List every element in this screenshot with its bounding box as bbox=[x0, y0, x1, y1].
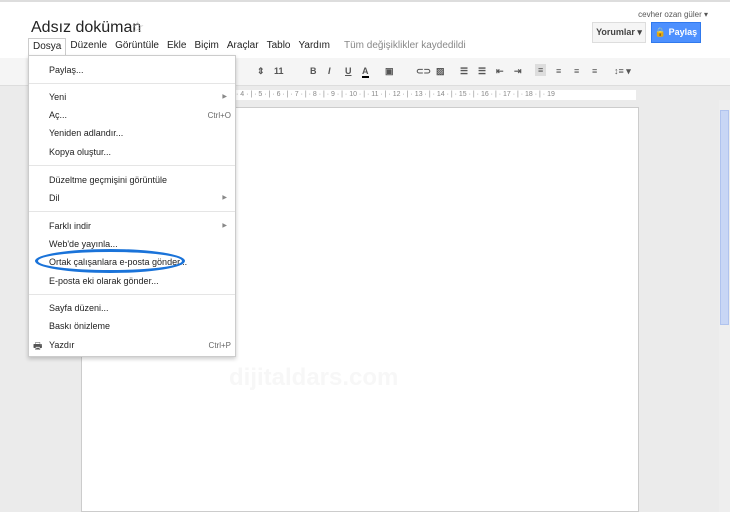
bulleted-list-icon[interactable]: ☰ bbox=[478, 66, 486, 77]
menu-item-open[interactable]: Aç... bbox=[49, 110, 67, 120]
menu-view[interactable]: Görüntüle bbox=[111, 38, 163, 56]
shortcut: Ctrl+P bbox=[208, 341, 231, 350]
submenu-arrow-icon: ▶ bbox=[222, 223, 227, 229]
watermark: dijitaldars.com bbox=[229, 364, 399, 391]
menu-item-download-as[interactable]: Farklı indir bbox=[49, 221, 91, 231]
menu-insert[interactable]: Ekle bbox=[163, 38, 190, 56]
share-label: Paylaş bbox=[668, 27, 698, 37]
bold-button[interactable]: B bbox=[310, 66, 317, 76]
align-left-icon[interactable]: ≡ bbox=[535, 64, 547, 76]
align-center-icon[interactable]: ≡ bbox=[556, 66, 561, 76]
scrollbar-thumb[interactable] bbox=[720, 110, 729, 325]
menu-item-rename[interactable]: Yeniden adlandır... bbox=[49, 128, 123, 138]
menu-item-revision-history[interactable]: Düzeltme geçmişini görüntüle bbox=[49, 175, 167, 185]
menu-edit[interactable]: Düzenle bbox=[66, 38, 111, 56]
menu-item-copy[interactable]: Kopya oluştur... bbox=[49, 147, 111, 157]
menu-item-print[interactable]: Yazdır bbox=[49, 340, 74, 350]
lock-icon: 🔒 bbox=[654, 27, 667, 37]
menu-format[interactable]: Biçim bbox=[190, 38, 222, 56]
menu-item-publish[interactable]: Web'de yayınla... bbox=[49, 239, 118, 249]
share-button[interactable]: 🔒 Paylaş bbox=[651, 22, 701, 43]
image-icon[interactable]: ▨ bbox=[436, 66, 445, 77]
decrease-indent-icon[interactable]: ⇤ bbox=[496, 66, 504, 77]
divider bbox=[29, 83, 235, 84]
numbered-list-icon[interactable]: ☰ bbox=[460, 66, 468, 77]
link-icon[interactable]: ⊂⊃ bbox=[416, 66, 431, 77]
menu-item-language[interactable]: Dil bbox=[49, 193, 60, 203]
font-stepper[interactable]: ⇕ bbox=[257, 66, 265, 77]
divider bbox=[29, 165, 235, 166]
menu-file[interactable]: Dosya bbox=[28, 38, 67, 56]
divider bbox=[29, 294, 235, 295]
menu-item-new[interactable]: Yeni bbox=[49, 92, 66, 102]
shortcut: Ctrl+O bbox=[207, 111, 231, 120]
scrollbar[interactable] bbox=[719, 100, 730, 512]
submenu-arrow-icon: ▶ bbox=[222, 195, 227, 201]
ruler[interactable]: · 4 · | · 5 · | · 6 · | · 7 · | · 8 · | … bbox=[236, 90, 636, 100]
divider bbox=[29, 211, 235, 212]
menu-table[interactable]: Tablo bbox=[263, 38, 295, 56]
text-color-button[interactable]: A bbox=[362, 66, 369, 78]
file-menu: Paylaş... Yeni ▶ Aç... Ctrl+O Yeniden adla… bbox=[28, 55, 236, 357]
highlight-oval bbox=[35, 249, 185, 273]
menu-item-email-attachment[interactable]: E-posta eki olarak gönder... bbox=[49, 276, 159, 286]
account-menu[interactable]: cevher ozan güler ▾ bbox=[638, 10, 708, 19]
menu-tools[interactable]: Araçlar bbox=[223, 38, 263, 56]
menu-help[interactable]: Yardım bbox=[294, 38, 334, 56]
submenu-arrow-icon: ▶ bbox=[222, 94, 227, 100]
menu-item-print-preview[interactable]: Baskı önizleme bbox=[49, 321, 110, 331]
align-right-icon[interactable]: ≡ bbox=[574, 66, 579, 76]
save-status: Tüm değişiklikler kaydedildi bbox=[344, 40, 466, 51]
increase-indent-icon[interactable]: ⇥ bbox=[514, 66, 522, 77]
printer-icon: 🖶 bbox=[33, 341, 43, 352]
star-icon[interactable]: ☆ bbox=[131, 18, 144, 36]
highlight-icon[interactable]: ▣ bbox=[385, 66, 394, 77]
document-title[interactable]: Adsız doküman bbox=[31, 19, 141, 37]
justify-icon[interactable]: ≡ bbox=[592, 66, 597, 76]
underline-button[interactable]: U bbox=[345, 66, 352, 76]
menu-item-share[interactable]: Paylaş... bbox=[49, 65, 84, 75]
comments-button[interactable]: Yorumlar ▾ bbox=[592, 22, 646, 43]
menubar: Dosya Düzenle Görüntüle Ekle Biçim Araçl… bbox=[28, 38, 334, 56]
line-spacing-icon[interactable]: ↕≡ ▾ bbox=[614, 66, 631, 77]
menu-item-page-setup[interactable]: Sayfa düzeni... bbox=[49, 303, 109, 313]
italic-button[interactable]: I bbox=[328, 66, 331, 76]
font-size-select[interactable]: 11 bbox=[274, 66, 284, 76]
